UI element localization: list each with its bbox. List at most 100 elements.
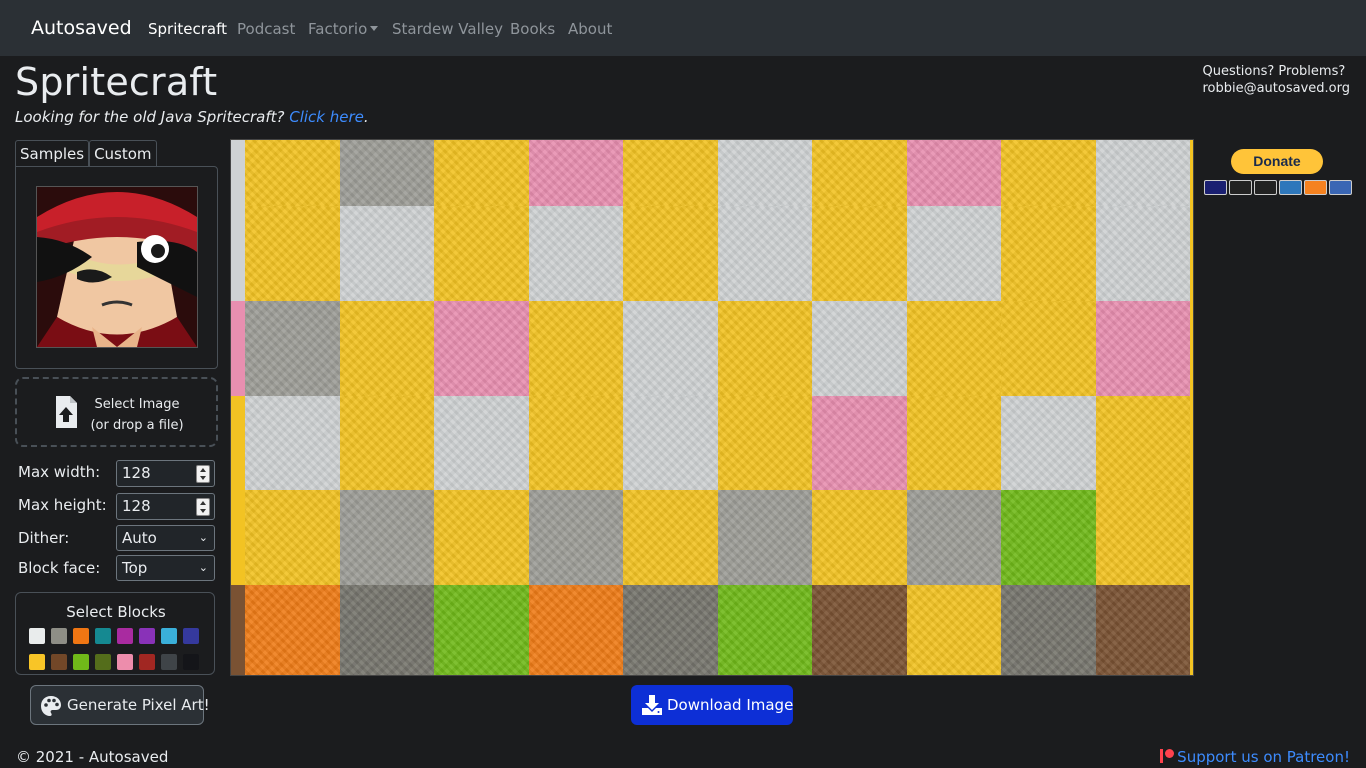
block-tile (812, 396, 907, 490)
page-title: Spritecraft (15, 60, 218, 104)
payment-card-icon (1329, 180, 1352, 195)
block-tile (1190, 396, 1193, 490)
block-tile (718, 206, 813, 301)
block-face-label: Block face: (18, 559, 101, 577)
block-tile (907, 490, 1002, 585)
contact-info: Questions? Problems? robbie@autosaved.or… (1202, 63, 1350, 97)
download-image-button[interactable]: Download Image (631, 685, 793, 725)
max-width-input[interactable]: 128 (116, 460, 215, 487)
block-swatch[interactable] (117, 628, 133, 644)
generate-label: Generate Pixel Art! (67, 696, 210, 714)
image-tabs: Samples Custom (15, 140, 157, 167)
patreon-link[interactable]: Support us on Patreon! (1160, 748, 1350, 766)
block-swatch[interactable] (95, 654, 111, 670)
block-tile (245, 490, 340, 585)
block-tile (718, 585, 813, 675)
block-swatch[interactable] (51, 654, 67, 670)
block-swatch[interactable] (161, 654, 177, 670)
max-height-spinner[interactable] (196, 498, 210, 516)
pixel-art-canvas (230, 139, 1194, 676)
block-tile (907, 396, 1002, 490)
block-swatch[interactable] (139, 654, 155, 670)
block-tile (718, 140, 813, 206)
max-width-spinner[interactable] (196, 465, 210, 483)
dither-value: Auto (122, 529, 157, 547)
chevron-down-icon: ⌄ (198, 531, 208, 544)
block-tile (718, 301, 813, 396)
block-swatch[interactable] (183, 654, 199, 670)
block-swatch[interactable] (161, 628, 177, 644)
block-tile (434, 140, 529, 206)
block-tile (340, 206, 435, 301)
donate-button[interactable]: Donate (1231, 149, 1323, 174)
block-swatch[interactable] (95, 628, 111, 644)
image-dropzone[interactable]: Select Image (or drop a file) (15, 377, 218, 447)
block-swatch[interactable] (139, 628, 155, 644)
block-tile (529, 585, 624, 675)
max-height-input[interactable]: 128 (116, 493, 215, 520)
block-swatch[interactable] (51, 628, 67, 644)
select-blocks-panel: Select Blocks (15, 592, 215, 675)
nav-spritecraft[interactable]: Spritecraft (148, 20, 227, 38)
nav-factorio-dropdown[interactable]: Factorio (308, 20, 379, 38)
block-tile (1096, 396, 1191, 490)
chevron-down-icon: ⌄ (198, 561, 208, 574)
block-swatch[interactable] (73, 628, 89, 644)
nav-about[interactable]: About (568, 20, 612, 38)
block-swatch-grid (29, 628, 209, 670)
block-tile (1190, 140, 1193, 206)
block-swatch[interactable] (73, 654, 89, 670)
nav-books[interactable]: Books (510, 20, 555, 38)
dither-select[interactable]: Auto ⌄ (116, 525, 215, 551)
old-version-link[interactable]: Click here (289, 108, 364, 126)
block-tile (718, 396, 813, 490)
block-tile (434, 206, 529, 301)
block-tile (340, 140, 435, 206)
nav-stardew-valley[interactable]: Stardew Valley (392, 20, 503, 38)
block-tile (1096, 585, 1191, 675)
block-tile (529, 490, 624, 585)
block-tile (1001, 301, 1096, 396)
drop-hint: (or drop a file) (90, 418, 184, 433)
block-swatch[interactable] (29, 628, 45, 644)
block-face-select[interactable]: Top ⌄ (116, 555, 215, 581)
block-tile (623, 585, 718, 675)
tab-samples[interactable]: Samples (15, 140, 90, 167)
block-tile (434, 301, 529, 396)
max-width-label: Max width: (18, 463, 101, 481)
brand-link[interactable]: Autosaved (31, 17, 132, 39)
nav-podcast[interactable]: Podcast (237, 20, 295, 38)
block-tile (1001, 490, 1096, 585)
block-tile (245, 301, 340, 396)
copyright: © 2021 - Autosaved (16, 748, 169, 766)
block-tile (231, 490, 245, 585)
payment-card-icon (1279, 180, 1302, 195)
block-tile (529, 140, 624, 206)
download-label: Download Image (667, 696, 794, 714)
block-tile (434, 396, 529, 490)
max-width-value: 128 (122, 464, 151, 482)
download-icon (642, 695, 662, 715)
block-swatch[interactable] (183, 628, 199, 644)
block-tile (340, 585, 435, 675)
block-swatch[interactable] (117, 654, 133, 670)
tab-custom[interactable]: Custom (89, 140, 157, 167)
block-tile (623, 140, 718, 206)
caret-down-icon (370, 26, 379, 31)
block-tile (812, 585, 907, 675)
block-tile (1190, 301, 1193, 396)
block-tile (434, 585, 529, 675)
block-tile (1190, 206, 1193, 301)
block-tile (907, 585, 1002, 675)
block-tile (1001, 585, 1096, 675)
block-tile (231, 206, 245, 301)
subtitle: Looking for the old Java Spritecraft? Cl… (15, 108, 369, 126)
dither-label: Dither: (18, 529, 70, 547)
subtitle-text: Looking for the old Java Spritecraft? (15, 108, 290, 126)
block-swatch[interactable] (29, 654, 45, 670)
block-tile (340, 301, 435, 396)
generate-pixel-art-button[interactable]: Generate Pixel Art! (30, 685, 210, 725)
block-tile (245, 585, 340, 675)
palette-icon (41, 696, 61, 716)
contact-email[interactable]: robbie@autosaved.org (1202, 80, 1350, 97)
